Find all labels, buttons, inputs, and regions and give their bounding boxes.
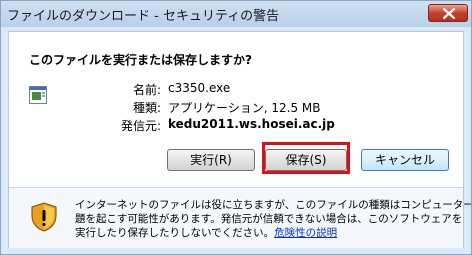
security-shield-icon [31, 202, 57, 236]
question-text: このファイルを実行または保存しますか? [29, 53, 252, 67]
close-icon [443, 8, 455, 19]
download-security-dialog: ファイルのダウンロード - セキュリティの警告 このファイルを実行または保存しま… [0, 0, 472, 255]
warning-line-2: 題を起こす可能性があります。発信元が信頼できない場合は、このソフトウェアを [75, 213, 463, 225]
warning-line-3: 実行したり保存したりしないでください。危険性の説明 [75, 225, 337, 240]
dialog-body: このファイルを実行または保存しますか? 名前: c3350.exe 種類: アプ… [8, 31, 471, 248]
warning-line-1: インターネットのファイルは役に立ちますが、このファイルの種類はコンピューターに問 [75, 199, 472, 211]
title-bar[interactable]: ファイルのダウンロード - セキュリティの警告 [1, 1, 471, 27]
type-label: 種類: [132, 101, 161, 115]
type-value: アプリケーション, 12.5 MB [168, 101, 321, 115]
source-value: kedu2011.ws.hosei.ac.jp [168, 117, 335, 131]
warning-section: インターネットのファイルは役に立ちますが、このファイルの種類はコンピューターに問… [9, 187, 471, 248]
dialog-title: ファイルのダウンロード - セキュリティの警告 [7, 9, 280, 24]
name-value: c3350.exe [168, 81, 231, 95]
name-label: 名前: [132, 83, 161, 97]
save-button-highlight [262, 142, 350, 174]
close-button[interactable] [428, 4, 468, 22]
risk-explanation-link[interactable]: 危険性の説明 [274, 227, 337, 239]
application-file-icon [29, 86, 47, 108]
source-label: 発信元: [120, 119, 161, 133]
cancel-button[interactable]: キャンセル [361, 149, 449, 171]
run-button[interactable]: 実行(R) [167, 149, 255, 171]
warning-line-3-text: 実行したり保存したりしないでください。 [75, 227, 275, 239]
